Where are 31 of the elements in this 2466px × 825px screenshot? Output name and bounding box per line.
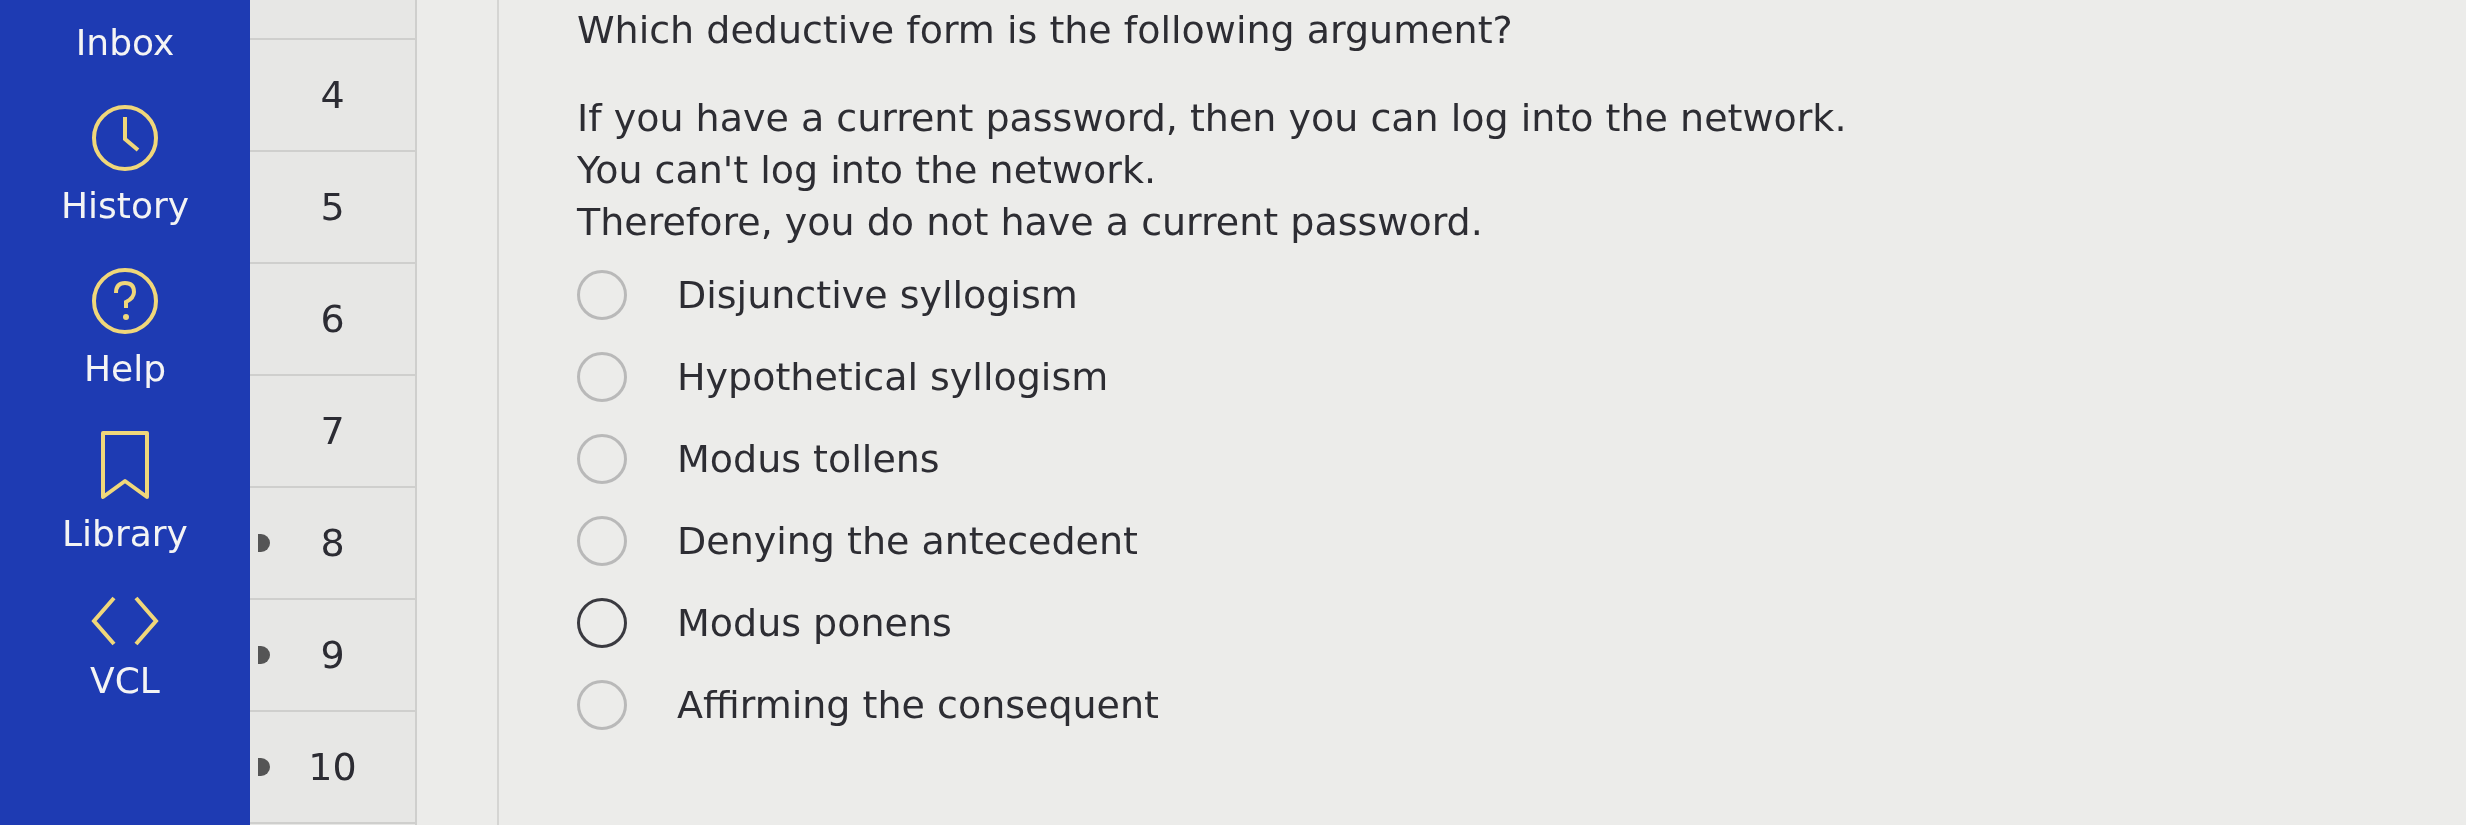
answer-option[interactable]: Hypothetical syllogism <box>577 352 1847 402</box>
question-number[interactable]: 10 <box>250 712 415 824</box>
radio-button[interactable] <box>577 516 627 566</box>
question-number[interactable]: 5 <box>250 152 415 264</box>
radio-button[interactable] <box>577 434 627 484</box>
argument-line: You can't log into the network. <box>577 147 1157 194</box>
sidebar-item[interactable]: History <box>60 185 190 226</box>
answer-option[interactable]: Modus tollens <box>577 434 1847 484</box>
sidebar-item[interactable]: VCL <box>90 660 160 701</box>
sidebar-item[interactable]: Inbox <box>75 22 175 63</box>
argument-line: Therefore, you do not have a current password. <box>577 199 1484 246</box>
question-prompt: Which deductive form is the following argument? <box>577 8 1514 52</box>
radio-button[interactable] <box>577 270 627 320</box>
help-icon <box>90 266 160 336</box>
argument-line: If you have a current password, then you can log into the network. <box>577 95 1847 142</box>
answer-option[interactable]: Disjunctive syllogism <box>577 270 1847 320</box>
radio-button[interactable] <box>577 352 627 402</box>
radio-button[interactable] <box>577 598 627 648</box>
question-number[interactable]: 7 <box>250 376 415 488</box>
question-number[interactable]: 6 <box>250 264 415 376</box>
answer-option[interactable]: Modus ponens <box>577 598 1847 648</box>
answer-option[interactable]: Affirming the consequent <box>577 680 1847 730</box>
question-number[interactable]: 9 <box>250 600 415 712</box>
radio-button[interactable] <box>577 680 627 730</box>
sidebar-item[interactable]: Help <box>83 348 167 389</box>
question-number[interactable]: 4 <box>250 40 415 152</box>
sidebar-item[interactable]: Library <box>62 513 188 554</box>
clock-icon <box>90 103 160 173</box>
bookmark-icon <box>99 429 151 501</box>
answer-option[interactable]: Denying the antecedent <box>577 516 1847 566</box>
question-number[interactable]: 8 <box>250 488 415 600</box>
